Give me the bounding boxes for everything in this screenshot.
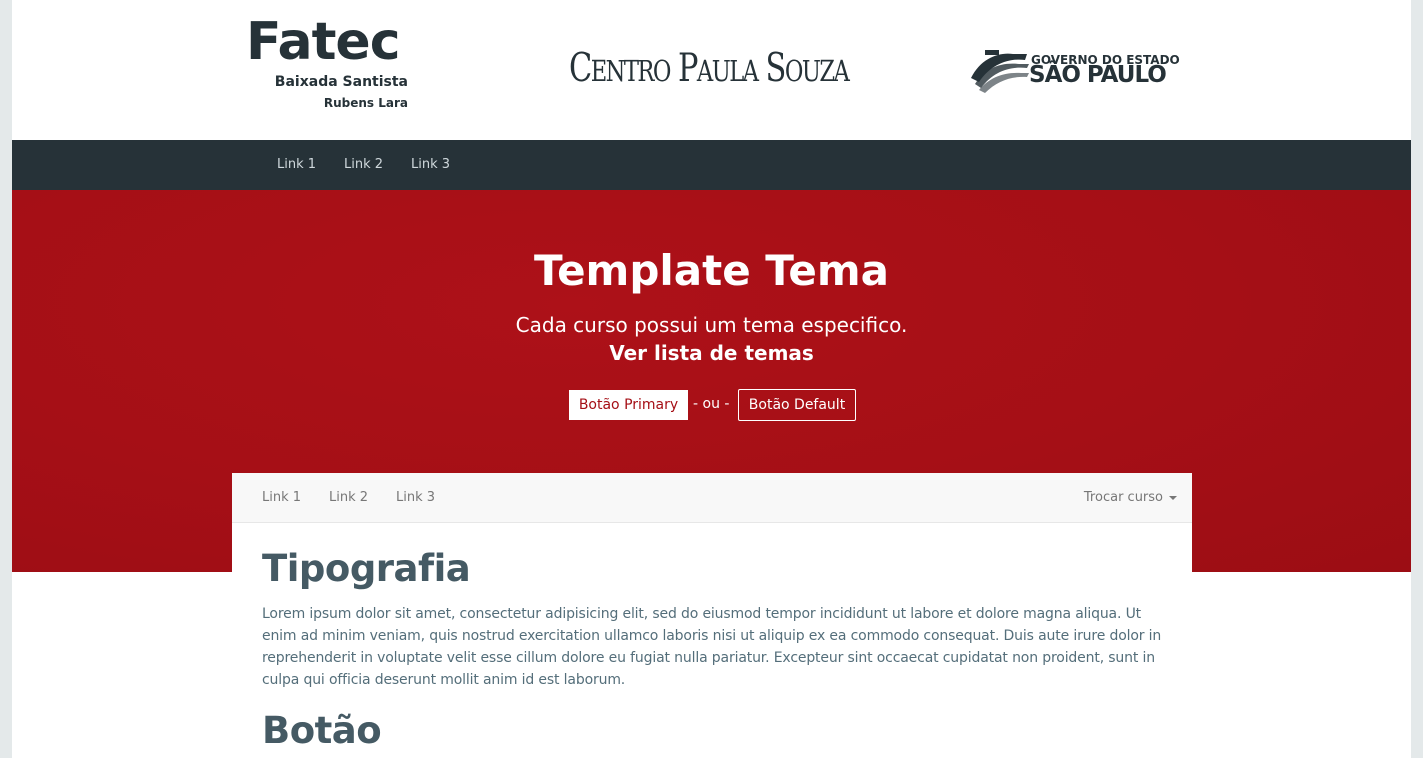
centro-paula-souza-logo[interactable]: CENTRO PAULA SOUZA — [569, 44, 850, 96]
governo-sp-logo[interactable]: GOVERNO DO ESTADO SÃO PAULO — [969, 46, 1180, 96]
heading-botao: Botão — [262, 709, 382, 752]
sp-map-icon — [971, 50, 1029, 93]
fatec-logo-line1: Baixada Santista — [274, 74, 408, 90]
page: Fatec Baixada Santista Rubens Lara CENTR… — [12, 0, 1411, 758]
cps-ouza: OUZA — [784, 54, 850, 88]
content-card: Link 1 Link 2 Link 3 Trocar curso Tipogr… — [232, 473, 1192, 758]
cps-s: S — [765, 46, 787, 91]
cps-aula: AULA — [696, 54, 759, 88]
default-button[interactable]: Botão Default — [738, 389, 856, 421]
topnav-link-1[interactable]: Link 1 — [277, 157, 316, 172]
change-course-dropdown[interactable]: Trocar curso — [1084, 490, 1177, 505]
hero-themes-link[interactable]: Ver lista de temas — [12, 341, 1411, 365]
heading-tipografia: Tipografia — [262, 547, 471, 590]
logo-bar: Fatec Baixada Santista Rubens Lara CENTR… — [12, 0, 1411, 140]
hero-lead: Cada curso possui um tema especifico. — [515, 313, 908, 337]
change-course-label: Trocar curso — [1083, 490, 1163, 505]
fatec-logo-line2: Rubens Lara — [323, 96, 408, 110]
primary-button[interactable]: Botão Primary — [569, 390, 688, 420]
fatec-logo-name: Fatec — [246, 12, 401, 72]
subnav-link-2[interactable]: Link 2 — [329, 490, 368, 505]
subnav-link-3[interactable]: Link 3 — [396, 490, 435, 505]
topnav-link-3[interactable]: Link 3 — [411, 157, 450, 172]
cps-p: P — [678, 46, 698, 91]
cps-entro: ENTRO — [590, 54, 672, 88]
topnav-link-2[interactable]: Link 2 — [344, 157, 383, 172]
or-separator: - ou - — [693, 396, 730, 412]
subnav-link-1[interactable]: Link 1 — [262, 490, 301, 505]
top-navbar: Link 1 Link 2 Link 3 — [12, 140, 1411, 190]
course-navbar: Link 1 Link 2 Link 3 Trocar curso — [232, 473, 1192, 523]
fatec-logo[interactable]: Fatec Baixada Santista Rubens Lara — [246, 14, 408, 112]
gov-line2: SÃO PAULO — [1029, 62, 1167, 88]
cps-c: C — [569, 46, 592, 91]
hero-title: Template Tema — [534, 246, 889, 295]
caret-down-icon — [1169, 495, 1177, 500]
lorem-paragraph: Lorem ipsum dolor sit amet, consectetur … — [262, 606, 1162, 688]
